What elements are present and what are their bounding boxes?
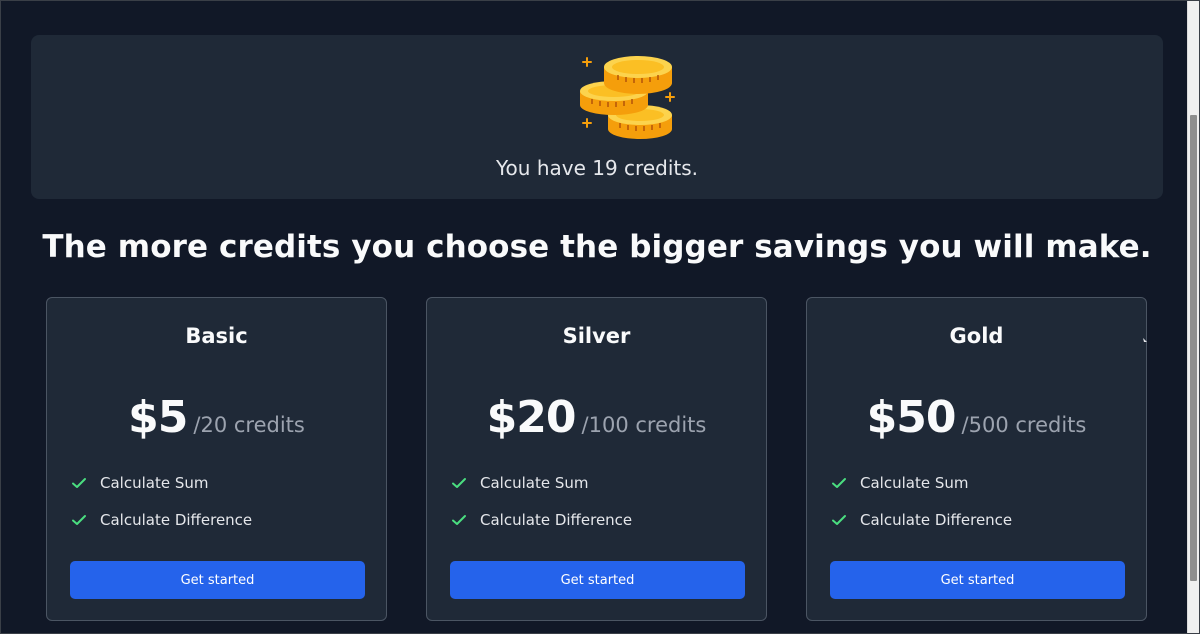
get-started-button-silver[interactable]: Get started [450, 561, 745, 599]
feature-label: Calculate Difference [100, 511, 253, 529]
plan-price: $5 [128, 392, 188, 443]
check-icon [832, 478, 846, 488]
mouse-cursor-icon [1142, 330, 1148, 349]
plan-credits: /100 credits [581, 413, 707, 437]
plan-price-row: $5/20 credits [47, 392, 386, 443]
coins-icon [576, 53, 680, 145]
plan-card-gold: Gold $50/500 credits Calculate Sum Calcu… [806, 297, 1147, 621]
get-started-button-basic[interactable]: Get started [70, 561, 365, 599]
pricing-headline: The more credits you choose the bigger s… [42, 229, 1152, 265]
plan-card-basic: Basic $5/20 credits Calculate Sum Calcul… [46, 297, 387, 621]
plan-name: Silver [562, 324, 631, 348]
check-icon [452, 478, 466, 488]
plan-price: $20 [486, 392, 577, 443]
check-icon [72, 515, 86, 525]
check-icon [72, 478, 86, 488]
credits-banner: You have 19 credits. [31, 35, 1163, 199]
feature-item: Calculate Sum [71, 472, 208, 494]
feature-item: Calculate Difference [451, 509, 632, 531]
scrollbar-thumb[interactable] [1190, 115, 1197, 581]
feature-item: Calculate Difference [71, 509, 252, 531]
plan-price-row: $50/500 credits [807, 392, 1146, 443]
get-started-button-gold[interactable]: Get started [830, 561, 1125, 599]
plan-credits: /500 credits [961, 413, 1087, 437]
feature-item: Calculate Sum [831, 472, 968, 494]
feature-item: Calculate Sum [451, 472, 588, 494]
feature-label: Calculate Sum [480, 474, 589, 492]
feature-label: Calculate Sum [860, 474, 969, 492]
feature-label: Calculate Sum [100, 474, 209, 492]
plan-card-silver: Silver $20/100 credits Calculate Sum Cal… [426, 297, 767, 621]
credits-balance-text: You have 19 credits. [495, 156, 699, 180]
plan-name: Basic [185, 324, 248, 348]
plan-price-row: $20/100 credits [427, 392, 766, 443]
scrollbar[interactable] [1187, 1, 1199, 633]
plan-name: Gold [949, 324, 1004, 348]
feature-label: Calculate Difference [480, 511, 633, 529]
feature-item: Calculate Difference [831, 509, 1012, 531]
check-icon [832, 515, 846, 525]
check-icon [452, 515, 466, 525]
plan-credits: /20 credits [193, 413, 305, 437]
feature-label: Calculate Difference [860, 511, 1013, 529]
plan-price: $50 [866, 392, 957, 443]
